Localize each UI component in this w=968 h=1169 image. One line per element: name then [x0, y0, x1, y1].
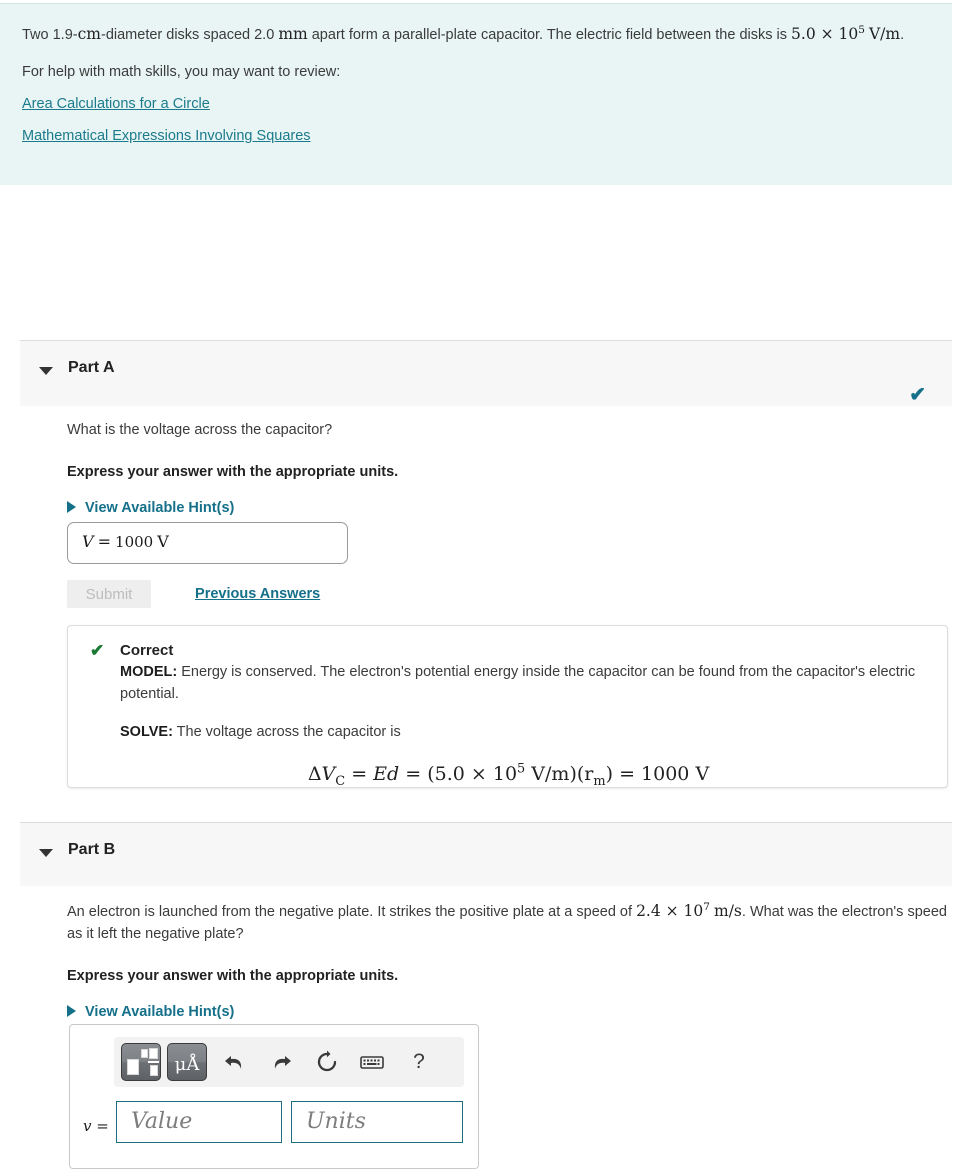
problem-statement-text: Two 1.9-cm-diameter disks spaced 2.0 mm …	[22, 22, 926, 46]
eq-lhs-sub: C	[335, 774, 346, 790]
eq-paren-2: )	[605, 763, 614, 786]
part-a-header[interactable]: Part A ✔	[20, 340, 952, 406]
review-link-area-circle[interactable]: Area Calculations for a Circle	[22, 96, 926, 112]
field-units: V/m	[868, 25, 901, 43]
part-b-speed-units: m/s	[714, 902, 742, 920]
part-a-submit-button[interactable]: Submit	[67, 580, 151, 608]
statement-mid2: apart form a parallel-plate capacitor. T…	[307, 27, 792, 43]
part-b-speed-magnitude: 2.4 × 107	[636, 900, 710, 920]
part-a-answer-field[interactable]: V = 1000 V	[67, 522, 348, 564]
help-icon[interactable]: ?	[406, 1049, 432, 1075]
keyboard-icon[interactable]	[359, 1049, 385, 1075]
part-b-answer-widget: μÅ ? v = Value Units	[69, 1024, 479, 1169]
template-icon	[126, 1047, 159, 1078]
part-a-title: Part A	[68, 359, 115, 376]
feedback-solve-paragraph: SOLVE: The voltage across the capacitor …	[120, 722, 927, 744]
part-a-view-hints-link[interactable]: View Available Hint(s)	[67, 500, 234, 516]
part-b-view-hints-link[interactable]: View Available Hint(s)	[67, 1004, 234, 1020]
part-a-answer-value: 1000	[115, 533, 154, 551]
part-a-hints-label: View Available Hint(s)	[85, 499, 235, 516]
eq-rhs-ed: Ed	[373, 763, 400, 786]
eq-equals-1: =	[345, 763, 374, 786]
feedback-model-paragraph: MODEL: Energy is conserved. The electron…	[120, 662, 927, 706]
feedback-model-text: Energy is conserved. The electron's pote…	[120, 664, 916, 702]
part-a-instruction: Express your answer with the appropriate…	[67, 463, 399, 480]
eq-delta: Δ	[307, 763, 322, 786]
part-a-button-row: Submit Previous Answers	[67, 580, 320, 608]
micro-angstrom-icon: μÅ	[174, 1054, 200, 1075]
feedback-equation: ΔVC = Ed = (5.0 × 105 V/m)(rm) = 1000 V	[90, 763, 927, 788]
part-b-hints-label: View Available Hint(s)	[85, 1003, 235, 1020]
help-question-mark: ?	[413, 1050, 425, 1073]
units-icon-button[interactable]: μÅ	[167, 1043, 207, 1081]
part-b-question: An electron is launched from the negativ…	[67, 900, 951, 946]
part-b-body: An electron is launched from the negativ…	[67, 900, 951, 1020]
eq-coef-units: V/m	[525, 763, 570, 786]
part-a-question: What is the voltage across the capacitor…	[67, 422, 333, 438]
part-a-answer-units: V	[157, 532, 169, 551]
feedback-check-icon: ✔	[90, 641, 105, 660]
part-b-variable-label: v =	[83, 1117, 109, 1135]
hint-triangle-icon	[67, 500, 76, 513]
eq-equals-2: = (	[399, 763, 435, 786]
part-b-speed-exponent: 7	[703, 900, 710, 913]
feedback-model-label: MODEL:	[120, 664, 178, 680]
chevron-down-icon[interactable]	[39, 849, 53, 857]
part-b-units-input[interactable]: Units	[291, 1101, 463, 1143]
part-b-question-pre: An electron is launched from the negativ…	[67, 904, 637, 920]
eq-distance-var: r	[584, 763, 594, 786]
statement-mid: -diameter disks spaced 2.0	[101, 27, 279, 43]
part-a-body: What is the voltage across the capacitor…	[67, 420, 947, 516]
part-a-answer-variable: V	[82, 532, 94, 551]
part-b-value-input[interactable]: Value	[116, 1101, 282, 1143]
eq-equals-3: =	[613, 763, 642, 786]
eq-distance-sub: m	[593, 774, 606, 790]
field-magnitude: 5.0 × 105	[791, 23, 865, 43]
problem-statement-panel: Two 1.9-cm-diameter disks spaced 2.0 mm …	[0, 3, 952, 185]
part-b-equation-toolbar: μÅ ?	[114, 1037, 464, 1087]
feedback-solve-text: The voltage across the capacitor is	[172, 723, 401, 740]
feedback-status-label: Correct	[120, 642, 174, 659]
statement-end: .	[900, 27, 905, 43]
unit-cm: cm	[77, 25, 101, 43]
hint-triangle-icon	[67, 1004, 76, 1017]
review-link-math-squares[interactable]: Mathematical Expressions Involving Squar…	[22, 128, 926, 144]
part-a-status-check-icon: ✔	[909, 384, 926, 406]
chevron-down-icon[interactable]	[39, 367, 53, 375]
eq-result: 1000 V	[641, 763, 710, 786]
part-a-previous-answers-link[interactable]: Previous Answers	[195, 586, 320, 602]
part-a-answer-equals: =	[97, 532, 111, 551]
reset-icon[interactable]	[314, 1049, 340, 1075]
statement-pre: Two 1.9-	[22, 27, 78, 43]
help-intro-text: For help with math skills, you may want …	[22, 64, 341, 81]
part-b-title: Part B	[68, 841, 116, 858]
redo-icon[interactable]	[268, 1049, 294, 1075]
eq-coefficient: 5.0 × 10	[434, 763, 518, 786]
undo-icon[interactable]	[222, 1049, 248, 1075]
part-b-instruction: Express your answer with the appropriate…	[67, 967, 399, 984]
unit-mm: mm	[278, 25, 308, 43]
feedback-solve-label: SOLVE:	[120, 723, 173, 740]
part-b-header[interactable]: Part B	[20, 822, 952, 886]
part-a-feedback-box: ✔ Correct MODEL: Energy is conserved. Th…	[67, 625, 948, 788]
field-exponent: 5	[858, 23, 865, 36]
eq-lhs-var: V	[321, 763, 336, 786]
template-icon-button[interactable]	[121, 1043, 161, 1081]
eq-paren-1: )(	[569, 763, 585, 786]
